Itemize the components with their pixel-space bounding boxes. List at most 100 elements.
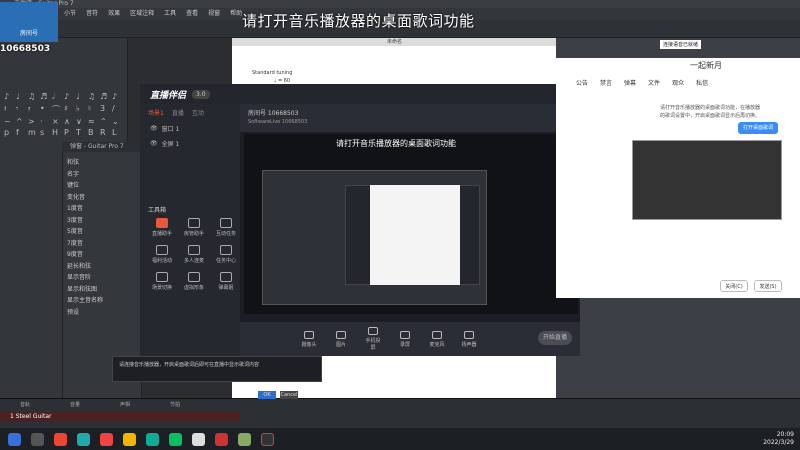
note-glyph-icon[interactable]: ♬ <box>40 92 50 102</box>
effect-icon[interactable]: s <box>40 128 50 137</box>
effect-icon[interactable]: H <box>52 128 62 137</box>
menu-item-tools[interactable]: 工具 <box>164 8 176 20</box>
app-icon[interactable] <box>215 432 228 446</box>
menu-item-help[interactable]: 帮助 <box>230 8 242 20</box>
note-glyph-icon[interactable]: ♫ <box>28 92 38 102</box>
chat-tab[interactable]: 禁言 <box>600 76 612 92</box>
app-icon[interactable] <box>77 432 90 446</box>
app-icon[interactable] <box>192 432 205 446</box>
note-glyph-icon[interactable]: 𝅗𝅥 <box>52 92 62 102</box>
folder-icon[interactable] <box>123 432 136 446</box>
tool-multi-mic[interactable]: 多人连麦 <box>180 245 208 264</box>
note-glyph-icon[interactable]: ♩ <box>76 92 86 102</box>
close-button[interactable]: 关闭(C) <box>720 280 748 292</box>
start-icon[interactable] <box>8 432 21 446</box>
scene-item[interactable]: 👁 窗口 1 <box>140 121 240 136</box>
guitar-pro-icon[interactable] <box>238 432 251 446</box>
effect-icon[interactable]: B <box>88 128 98 137</box>
start-live-button[interactable]: 开始直播 <box>538 331 572 345</box>
menu-item-effect[interactable]: 效果 <box>108 8 120 20</box>
tie-icon[interactable]: ⌒ <box>52 104 62 115</box>
effect-icon[interactable]: ⌄ <box>112 117 122 126</box>
speaker-button[interactable]: 扬声器 <box>460 330 478 348</box>
chat-tab[interactable]: 公告 <box>576 76 588 92</box>
chat-tab[interactable]: 私信 <box>696 76 708 92</box>
triplet-icon[interactable]: 3 <box>100 104 110 115</box>
dialog-label[interactable]: 预设 <box>67 307 137 319</box>
rest-glyph-icon[interactable]: 𝄾 <box>16 104 26 115</box>
effect-icon[interactable]: > <box>28 117 38 126</box>
chat-tabs[interactable]: 公告 禁言 弹幕 文件 观众 私信 <box>556 76 800 92</box>
effect-icon[interactable]: ≈ <box>88 117 98 126</box>
effect-icon[interactable]: ^ <box>16 117 26 126</box>
send-button[interactable]: 发送(S) <box>754 280 782 292</box>
tool-welfare[interactable]: 福利活动 <box>148 245 176 264</box>
note-glyph-icon[interactable]: ♪ <box>64 92 74 102</box>
scene-item[interactable]: 👁 全屏 1 <box>140 136 240 151</box>
live-app-icon[interactable] <box>261 432 274 446</box>
effect-icon[interactable]: R <box>100 128 110 137</box>
sharp-icon[interactable]: ♯ <box>64 104 74 115</box>
netease-music-icon[interactable] <box>54 432 67 446</box>
effect-icon[interactable]: ∧ <box>64 117 74 126</box>
chat-tab[interactable]: 弹幕 <box>624 76 636 92</box>
danmaku-icon <box>220 272 232 282</box>
image-button[interactable]: 图片 <box>332 330 350 348</box>
effect-icon[interactable]: P <box>64 128 74 137</box>
effect-icon[interactable]: · <box>40 117 50 126</box>
ok-button[interactable]: OK <box>258 391 276 399</box>
app-icon[interactable] <box>100 432 113 446</box>
note-glyph-icon[interactable]: ♪ <box>112 92 122 102</box>
effect-icon[interactable]: T <box>76 128 86 137</box>
menu-item-bar[interactable]: 小节 <box>64 8 76 20</box>
effect-icon[interactable]: × <box>52 117 62 126</box>
tool-danmaku[interactable]: 弹幕姬 <box>212 272 240 291</box>
chat-screenshot[interactable] <box>632 140 782 220</box>
app-icon[interactable] <box>146 432 159 446</box>
flat-icon[interactable]: ♭ <box>76 104 86 115</box>
effect-icon[interactable]: L <box>112 128 122 137</box>
slash-icon[interactable]: / <box>112 104 122 115</box>
tool-task-center[interactable]: 任务中心 <box>212 245 240 264</box>
track-row[interactable]: 1 Steel Guitar <box>0 412 240 422</box>
chat-tab[interactable]: 观众 <box>672 76 684 92</box>
menu-item-note[interactable]: 音符 <box>86 8 98 20</box>
menu-item-window[interactable]: 视窗 <box>208 8 220 20</box>
dot-icon[interactable]: • <box>40 104 50 115</box>
tool-scene-switch[interactable]: 场景切换 <box>148 272 176 291</box>
record-screen-button[interactable]: 录屏 <box>396 330 414 348</box>
menu-item-view[interactable]: 查看 <box>186 8 198 20</box>
natural-icon[interactable]: ♮ <box>88 104 98 115</box>
eye-icon[interactable]: 👁 <box>150 140 158 147</box>
search-icon[interactable] <box>31 432 44 446</box>
camera-button[interactable]: 摄像头 <box>300 330 318 348</box>
phone-cast-button[interactable]: 手机投屏 <box>364 327 382 351</box>
menu-item-annotation[interactable]: 区域注释 <box>130 8 154 20</box>
note-glyph-icon[interactable]: ♩ <box>16 92 26 102</box>
effect-icon[interactable]: ⌃ <box>100 117 110 126</box>
effect-icon[interactable]: f <box>16 128 26 137</box>
note-glyph-icon[interactable]: ♪ <box>4 92 14 102</box>
tool-room-admin[interactable]: 房管助手 <box>180 218 208 237</box>
open-lyrics-button[interactable]: 打开桌面歌词 <box>738 122 778 134</box>
tool-avatar[interactable]: 虚拟形象 <box>180 272 208 291</box>
tool-tasks[interactable]: 互动任务 <box>212 218 240 237</box>
effect-icon[interactable]: p <box>4 128 14 137</box>
note-glyph-icon[interactable]: ♬ <box>100 92 110 102</box>
microphone-button[interactable]: 麦克风 <box>428 330 446 348</box>
wechat-icon[interactable] <box>169 432 182 446</box>
effect-icon[interactable]: ∨ <box>76 117 86 126</box>
tab-scene[interactable]: 场景1 <box>148 108 164 117</box>
effect-icon[interactable]: m <box>28 128 38 137</box>
effect-icon[interactable]: ~ <box>4 117 14 126</box>
eye-icon[interactable]: 👁 <box>150 125 158 132</box>
rest-glyph-icon[interactable]: 𝄽 <box>4 104 14 115</box>
tool-live-assistant[interactable]: 直播助手 <box>148 218 176 237</box>
rest-glyph-icon[interactable]: 𝄿 <box>28 104 38 115</box>
cancel-button[interactable]: Cancel <box>280 391 298 399</box>
tab-interact[interactable]: 互动 <box>192 108 204 117</box>
tab-live[interactable]: 直播 <box>172 108 184 117</box>
chat-tab[interactable]: 文件 <box>648 76 660 92</box>
system-clock[interactable]: 20:09 2022/3/29 <box>763 431 794 447</box>
note-glyph-icon[interactable]: ♫ <box>88 92 98 102</box>
